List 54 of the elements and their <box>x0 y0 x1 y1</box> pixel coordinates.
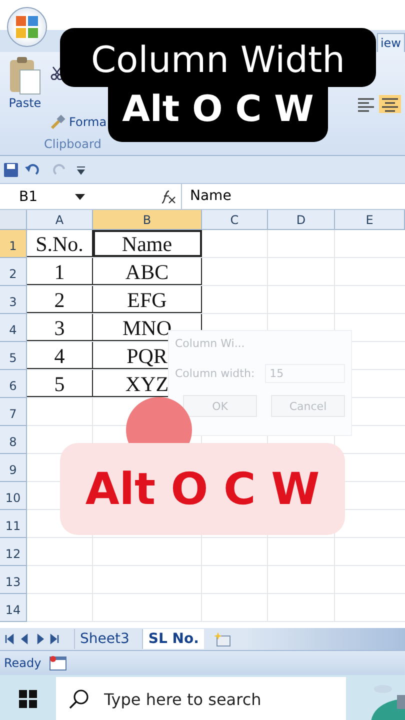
row-header[interactable]: 12 <box>0 538 27 566</box>
row-header[interactable]: 14 <box>0 594 27 622</box>
row-header[interactable]: 1 <box>0 230 27 258</box>
dropdown-icon[interactable] <box>75 192 85 200</box>
align-center-icon[interactable] <box>379 95 401 113</box>
sheet-tab[interactable]: Sheet3 <box>74 629 134 649</box>
column-header[interactable]: A <box>27 210 93 230</box>
table-cell: 1 <box>27 258 93 285</box>
save-icon[interactable] <box>4 162 18 176</box>
column-header[interactable]: D <box>268 210 335 230</box>
macro-record-icon[interactable] <box>49 655 68 671</box>
column-header[interactable]: B <box>93 210 202 230</box>
search-icon <box>68 688 90 710</box>
search-field[interactable]: Type here to search <box>56 677 346 720</box>
formula-field[interactable]: Name <box>181 184 405 209</box>
function-icon[interactable] <box>159 188 177 204</box>
brush-icon <box>50 114 66 130</box>
sheet-tab[interactable]: SL No. <box>142 629 204 649</box>
column-header[interactable]: C <box>202 210 268 230</box>
title-caption: Column Width <box>60 28 376 87</box>
ribbon-tab[interactable]: iew <box>377 33 405 52</box>
row-header[interactable]: 10 <box>0 482 27 510</box>
name-box[interactable]: B1 <box>0 188 71 204</box>
table-cell: 2 <box>27 286 93 313</box>
table-cell: EFG <box>93 286 202 313</box>
format-painter-button[interactable]: Forma <box>50 114 107 130</box>
office-logo-icon <box>14 14 40 40</box>
row-header[interactable]: 3 <box>0 286 27 314</box>
row-header[interactable]: 13 <box>0 566 27 594</box>
table-cell: Name <box>93 230 202 257</box>
group-label: Clipboard <box>44 137 102 151</box>
table-cell: 5 <box>27 370 93 397</box>
windows-start-icon[interactable] <box>19 690 37 708</box>
row-header[interactable]: 4 <box>0 314 27 342</box>
title-caption: Alt O C W <box>108 87 328 142</box>
table-cell: 3 <box>27 314 93 341</box>
table-cell: ABC <box>93 258 202 285</box>
office-button[interactable] <box>7 7 47 47</box>
row-header[interactable]: 6 <box>0 370 27 398</box>
paste-button[interactable]: Paste <box>6 56 44 128</box>
table-cell: 4 <box>27 342 93 369</box>
row-header[interactable]: 5 <box>0 342 27 370</box>
table-cell: S.No. <box>27 230 93 257</box>
row-header[interactable]: 9 <box>0 454 27 482</box>
row-header[interactable]: 2 <box>0 258 27 286</box>
status-text: Ready <box>4 656 42 670</box>
row-header[interactable]: 7 <box>0 398 27 426</box>
row-header[interactable]: 8 <box>0 426 27 454</box>
row-header[interactable]: 11 <box>0 510 27 538</box>
customize-icon[interactable] <box>76 164 86 174</box>
clipboard-icon <box>8 56 42 96</box>
shortcut-banner: Alt O C W <box>60 443 345 535</box>
scissors-icon[interactable] <box>50 66 64 80</box>
column-header[interactable]: E <box>335 210 405 230</box>
